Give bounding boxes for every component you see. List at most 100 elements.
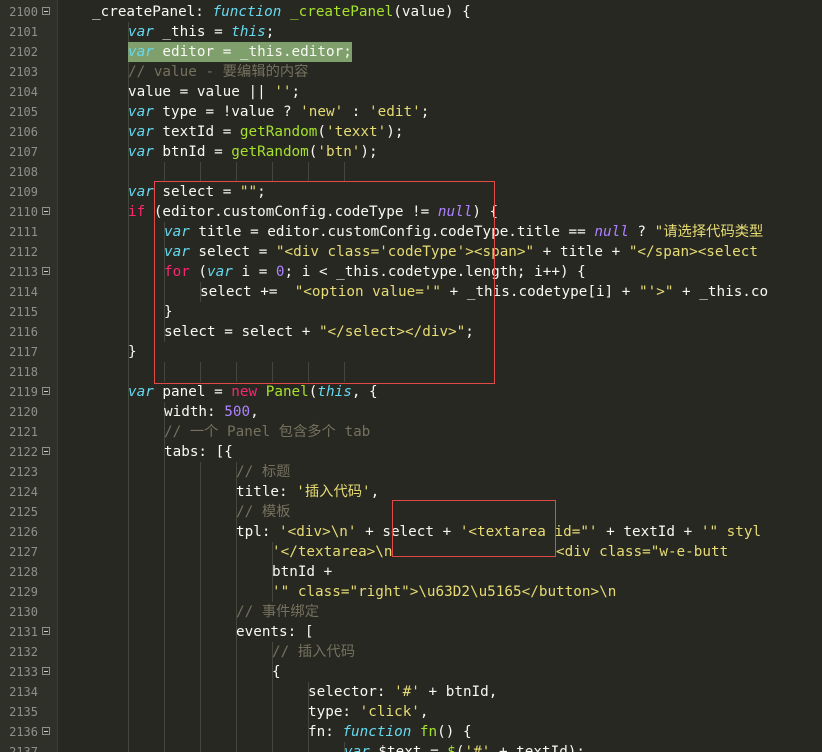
code-line[interactable]: 2102 var editor = _this.editor; (0, 42, 822, 62)
code-token: ( (455, 744, 465, 752)
code-line[interactable]: 2135 type: 'click', (0, 702, 822, 722)
code-token: ? (628, 224, 655, 240)
code-token: if (128, 204, 146, 220)
code-text: } (128, 342, 137, 362)
code-line[interactable]: 2132 // 插入代码 (0, 642, 822, 662)
fold-toggle-icon[interactable] (42, 727, 50, 735)
code-line[interactable]: 2130 // 事件绑定 (0, 602, 822, 622)
code-text: title: '插入代码', (236, 482, 379, 502)
code-line[interactable]: 2119 var panel = new Panel(this, { (0, 382, 822, 402)
code-token: _this = (153, 24, 232, 40)
code-line[interactable]: 2131 events: [ (0, 622, 822, 642)
line-number: 2136 (9, 725, 38, 739)
line-number: 2114 (9, 285, 38, 299)
code-line[interactable]: 2137 var $text = $('#' + textId); (0, 742, 822, 752)
code-token: , (370, 484, 380, 500)
code-token: '' (274, 84, 292, 100)
line-number: 2101 (9, 25, 38, 39)
code-token: // 模板 (236, 504, 291, 520)
line-number: 2123 (9, 465, 38, 479)
code-line[interactable]: 2103 // value - 要编辑的内容 (0, 62, 822, 82)
code-line[interactable]: 2121 // 一个 Panel 包含多个 tab (0, 422, 822, 442)
code-text: _createPanel: function _createPanel(valu… (92, 2, 471, 22)
line-number: 2122 (9, 445, 38, 459)
code-token: var (128, 24, 154, 40)
code-line[interactable]: 2105 var type = !value ? 'new' : 'edit'; (0, 102, 822, 122)
code-line[interactable]: 2122 tabs: [{ (0, 442, 822, 462)
code-line[interactable]: 2120 width: 500, (0, 402, 822, 422)
code-line[interactable]: 2123 // 标题 (0, 462, 822, 482)
code-token: var (128, 104, 154, 120)
code-token: textId = (153, 124, 240, 140)
code-token: } (128, 344, 137, 360)
fold-toggle-icon[interactable] (42, 667, 50, 675)
fold-toggle-icon[interactable] (42, 627, 50, 635)
code-token: ; (265, 24, 275, 40)
code-text: var _this = this; (128, 22, 274, 42)
line-number: 2133 (9, 665, 38, 679)
code-token: (value) { (393, 4, 471, 20)
code-token: "</span><select (628, 244, 758, 260)
code-line[interactable]: 2101 var _this = this; (0, 22, 822, 42)
code-line[interactable]: 2136 fn: function fn() { (0, 722, 822, 742)
code-token: , (250, 404, 259, 420)
code-token: + textId + (597, 524, 701, 540)
code-token: btnId = (153, 144, 232, 160)
code-text: { (272, 662, 281, 682)
code-line[interactable]: 2100 _createPanel: function _createPanel(… (0, 2, 822, 22)
line-number: 2126 (9, 525, 38, 539)
code-token: ); (386, 124, 404, 140)
line-number: 2108 (9, 165, 38, 179)
line-number: 2110 (9, 205, 38, 219)
line-number: 2128 (9, 565, 38, 579)
code-line[interactable]: 2106 var textId = getRandom('texxt'); (0, 122, 822, 142)
code-token: editor = _this.editor; (153, 44, 352, 60)
code-token: + btnId, (419, 684, 498, 700)
code-text: var type = !value ? 'new' : 'edit'; (128, 102, 429, 122)
code-line[interactable]: 2134 selector: '#' + btnId, (0, 682, 822, 702)
fold-toggle-icon[interactable] (42, 267, 50, 275)
fold-toggle-icon[interactable] (42, 7, 50, 15)
annotation-box-tpl (392, 500, 556, 557)
code-line[interactable]: 2129 '" class="right">\u63D2\u5165</butto… (0, 582, 822, 602)
code-line[interactable]: 2108 (0, 162, 822, 182)
line-number: 2130 (9, 605, 38, 619)
code-token: new (231, 384, 258, 400)
code-token: tpl: (236, 524, 280, 540)
code-line[interactable]: 2128 btnId + (0, 562, 822, 582)
code-token: : (343, 104, 370, 120)
fold-toggle-icon[interactable] (42, 447, 50, 455)
line-number: 2119 (9, 385, 38, 399)
code-text: var panel = new Panel(this, { (128, 382, 378, 402)
code-token: ; (291, 84, 301, 100)
code-token: + textId); (490, 744, 586, 752)
code-line[interactable]: 2133 { (0, 662, 822, 682)
code-token: fn (419, 724, 438, 740)
line-number: 2109 (9, 185, 38, 199)
line-number: 2121 (9, 425, 38, 439)
fold-toggle-icon[interactable] (42, 207, 50, 215)
code-token: tabs: [{ (164, 444, 233, 460)
code-line[interactable]: 2107 var btnId = getRandom('btn'); (0, 142, 822, 162)
code-text: // 事件绑定 (236, 602, 319, 622)
fold-toggle-icon[interactable] (42, 387, 50, 395)
code-token: '#' (464, 744, 491, 752)
code-text: events: [ (236, 622, 313, 642)
line-number: 2134 (9, 685, 38, 699)
code-token: 'new' (300, 104, 344, 120)
line-number: 2124 (9, 485, 38, 499)
code-token: type = !value ? (153, 104, 301, 120)
code-token: _createPanel (92, 4, 196, 20)
code-token: // 标题 (236, 464, 291, 480)
code-line[interactable]: 2124 title: '插入代码', (0, 482, 822, 502)
line-number: 2129 (9, 585, 38, 599)
code-token: '" class="right">\u63D2\u5165</button>\n (272, 584, 617, 600)
code-token: function (342, 724, 412, 740)
code-line[interactable]: 2104 value = value || ''; (0, 82, 822, 102)
code-token: , (419, 704, 429, 720)
line-number: 2111 (9, 225, 38, 239)
code-token: this (317, 384, 352, 400)
code-text: var btnId = getRandom('btn'); (128, 142, 378, 162)
